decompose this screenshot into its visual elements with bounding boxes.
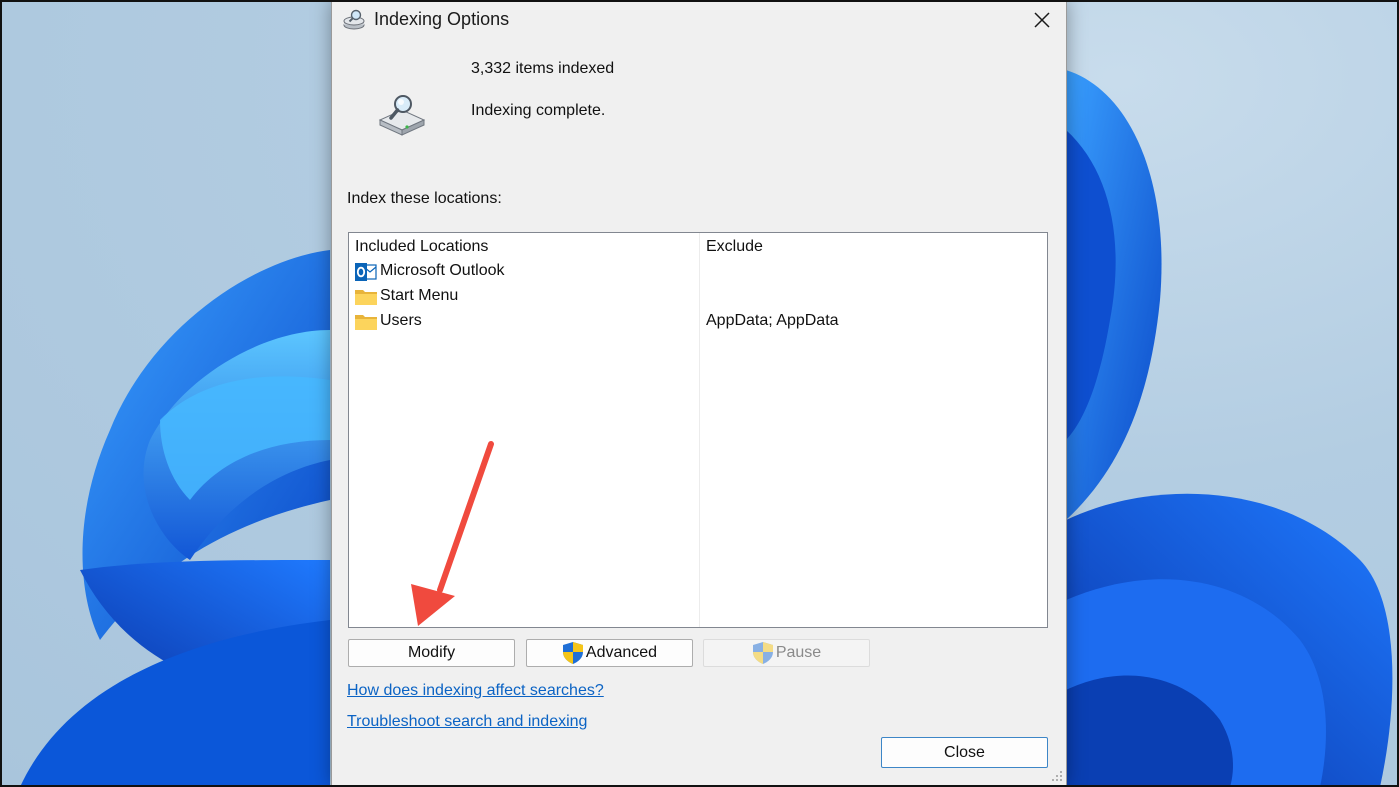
location-name: Users	[380, 312, 422, 329]
drive-magnifier-icon	[378, 95, 426, 136]
column-header-exclude[interactable]: Exclude	[706, 238, 763, 256]
close-button[interactable]: Close	[881, 737, 1048, 768]
pause-button-label: Pause	[775, 644, 822, 661]
help-indexing-link[interactable]: How does indexing affect searches?	[347, 682, 604, 700]
list-item[interactable]: Microsoft Outlook	[349, 260, 1047, 285]
close-window-button[interactable]	[1024, 4, 1060, 36]
advanced-button[interactable]: Advanced	[526, 639, 693, 667]
indexing-status: Indexing complete.	[471, 102, 606, 119]
location-exclude: AppData; AppData	[706, 312, 839, 329]
pause-button[interactable]: Pause	[703, 639, 870, 667]
uac-shield-icon	[752, 642, 773, 664]
index-locations-label: Index these locations:	[347, 190, 502, 207]
close-button-label: Close	[944, 743, 985, 761]
uac-shield-icon	[562, 642, 583, 664]
column-header-included[interactable]: Included Locations	[355, 238, 488, 256]
close-icon	[1034, 12, 1050, 28]
indexing-options-icon	[343, 9, 365, 30]
items-indexed-count: 3,332 items indexed	[471, 60, 615, 77]
locations-list[interactable]: Included Locations Exclude Microsoft Out…	[348, 232, 1048, 628]
advanced-button-label: Advanced	[585, 644, 658, 661]
location-name: Microsoft Outlook	[380, 262, 505, 279]
folder-icon	[355, 315, 377, 330]
modify-button[interactable]: Modify	[348, 639, 515, 667]
list-item[interactable]: Users AppData; AppData	[349, 310, 1047, 335]
list-item[interactable]: Start Menu	[349, 285, 1047, 310]
window-title: Indexing Options	[374, 9, 510, 29]
location-name: Start Menu	[380, 287, 459, 304]
outlook-icon	[355, 263, 377, 281]
resize-grip-icon[interactable]	[1051, 770, 1063, 782]
folder-icon	[355, 290, 377, 305]
modify-button-label: Modify	[407, 644, 456, 661]
troubleshoot-link[interactable]: Troubleshoot search and indexing	[347, 713, 587, 731]
indexing-options-dialog: Indexing Options 3,332 items indexed Ind…	[331, 0, 1067, 786]
title-bar[interactable]: Indexing Options	[332, 0, 1066, 40]
